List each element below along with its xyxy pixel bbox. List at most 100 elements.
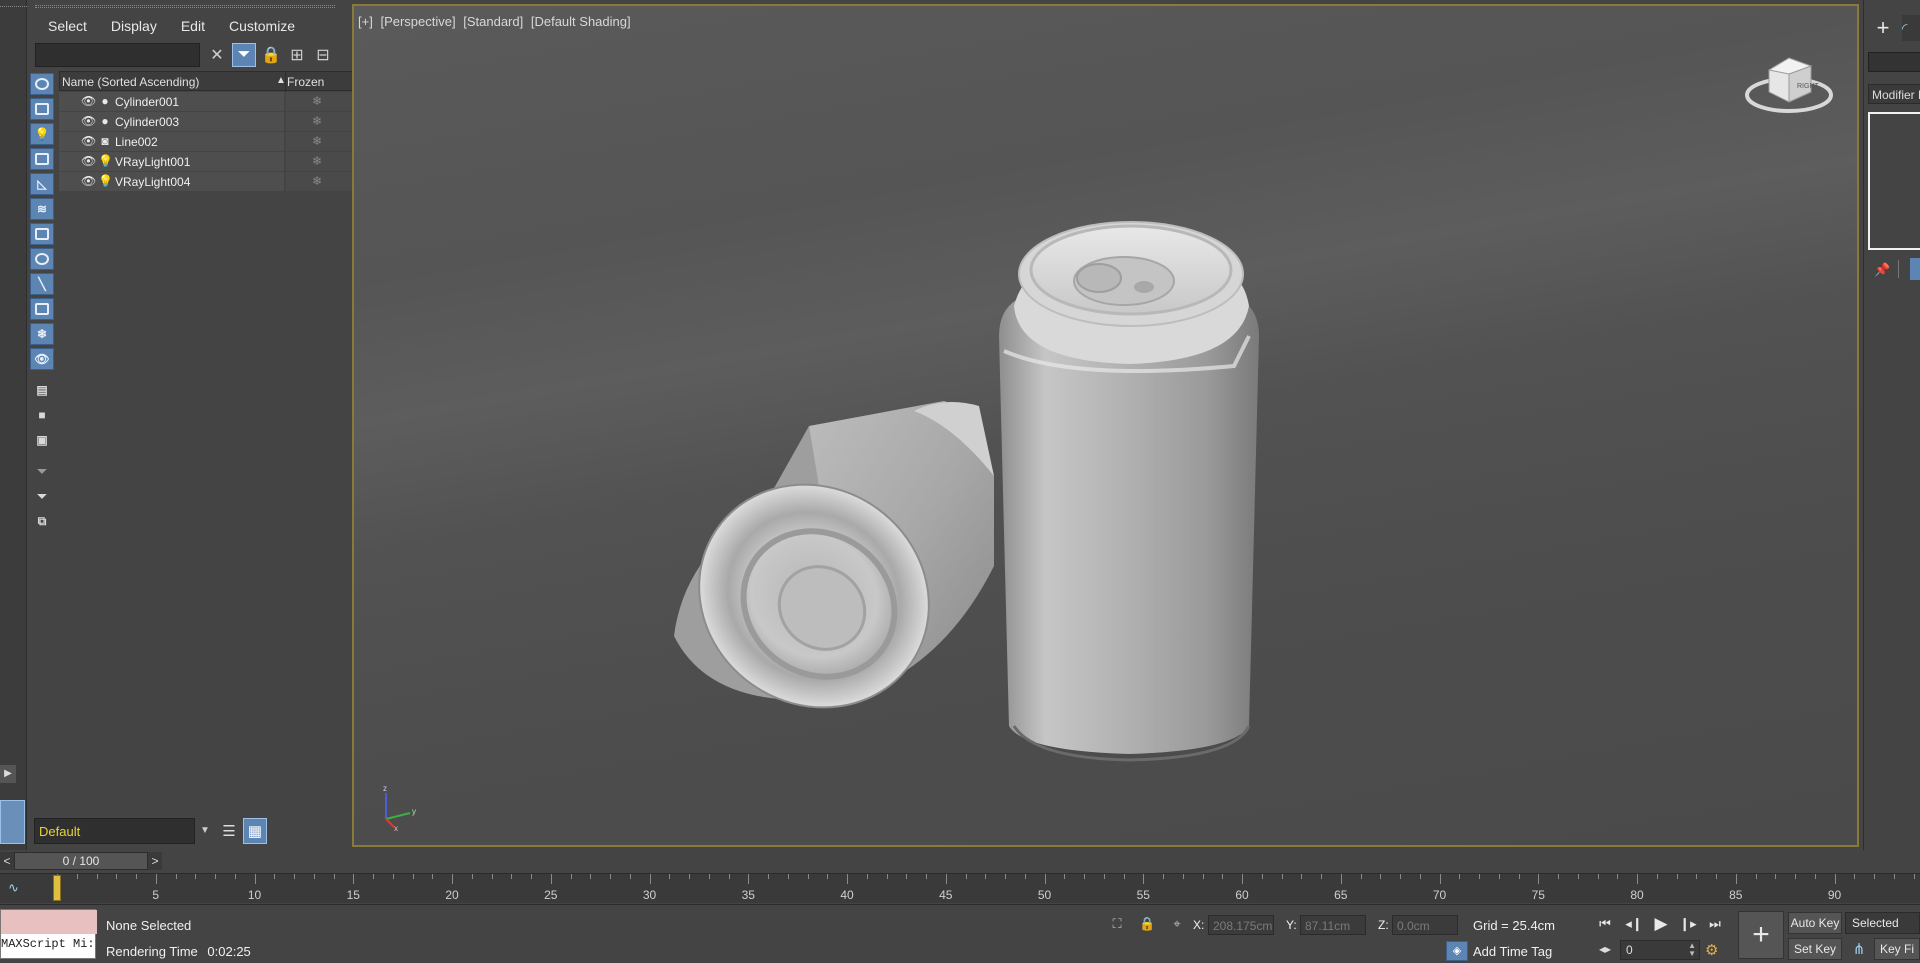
list-item[interactable]: 👁 💡 VRayLight004 ❄ (59, 172, 357, 191)
create-tab-plus-icon[interactable]: + (1870, 15, 1896, 41)
filter-containers-icon[interactable] (30, 298, 54, 320)
search-input[interactable] (35, 43, 200, 67)
invert-display-icon[interactable]: ▣ (30, 429, 54, 451)
key-filters-button[interactable]: Key Fi (1874, 938, 1920, 960)
chevron-down-icon[interactable]: ▼ (200, 825, 210, 836)
funnel-icon[interactable]: ⏷ (30, 485, 54, 507)
expand-arrow-icon[interactable]: ▶ (0, 765, 16, 783)
filter-geometry-icon[interactable] (30, 73, 54, 95)
goto-start-icon[interactable]: ⏮ (1592, 913, 1618, 935)
list-item[interactable]: 👁 ◙ Line002 ❄ (59, 132, 357, 151)
time-configuration-icon[interactable]: ⚙ (1705, 941, 1718, 959)
filter-frozen-icon[interactable]: ❄ (30, 323, 54, 345)
next-frame-button[interactable]: > (148, 852, 162, 870)
filter-helpers-icon[interactable]: ◺ (30, 173, 54, 195)
x-coordinate-field[interactable]: 208.175cm (1208, 915, 1274, 935)
object-name[interactable]: Cylinder001 (115, 95, 179, 109)
object-name-field[interactable] (1868, 52, 1920, 72)
z-coordinate-field[interactable]: 0.0cm (1392, 915, 1458, 935)
object-name[interactable]: VRayLight004 (115, 175, 190, 189)
hierarchy-icon[interactable]: ⊞ (285, 43, 309, 67)
current-frame-spinner[interactable]: 0 ▲ ▼ (1620, 940, 1700, 960)
time-tag-icon[interactable]: ◈ (1446, 941, 1468, 961)
show-end-result-icon[interactable] (1910, 258, 1920, 280)
column-name[interactable]: Name (Sorted Ascending) (62, 75, 262, 89)
standing-can[interactable] (999, 221, 1259, 762)
eye-icon[interactable]: 👁 (81, 94, 96, 108)
auto-key-button[interactable]: Auto Key (1788, 912, 1842, 934)
filter-xrefs-icon[interactable] (30, 248, 54, 270)
spinner-arrows-icon[interactable]: ▲ ▼ (1688, 942, 1696, 958)
filter-groups-icon[interactable] (30, 223, 54, 245)
current-layer-field[interactable]: Default (34, 818, 195, 844)
menu-select[interactable]: Select (29, 14, 97, 38)
frozen-icon[interactable]: ❄ (312, 154, 322, 168)
selection-lock-icon[interactable]: 🔒 (1139, 916, 1155, 932)
perspective-viewport[interactable]: [+] [Perspective] [Standard] [Default Sh… (352, 4, 1859, 847)
current-frame-marker[interactable] (53, 875, 61, 901)
lock-icon[interactable]: 🔒 (259, 43, 283, 67)
eye-icon[interactable]: 👁 (81, 114, 96, 128)
filter-toggle-icon[interactable]: ⏷ (232, 43, 256, 67)
list-item[interactable]: 👁 💡 VRayLight001 ❄ (59, 152, 357, 171)
prev-key-icon[interactable]: ◂❙ (1621, 913, 1647, 935)
modifier-stack[interactable] (1868, 112, 1920, 250)
curve-editor-icon[interactable]: ∿ (8, 880, 19, 896)
pin-stack-icon[interactable]: 📌 (1874, 262, 1890, 278)
maxscript-listener[interactable]: MAXScript Mi: (0, 909, 97, 959)
menu-customize[interactable]: Customize (215, 14, 305, 38)
filter-lights-icon[interactable]: 💡 (30, 123, 54, 145)
object-name[interactable]: Line002 (115, 135, 158, 149)
prev-frame-button[interactable]: < (0, 852, 14, 870)
layers-hierarchy-icon[interactable]: ⊟ (311, 43, 335, 67)
set-keys-big-button[interactable]: + (1738, 911, 1784, 959)
modify-tab-icon[interactable]: ◜ (1902, 15, 1920, 41)
layers-icon[interactable]: ☰ (217, 818, 241, 844)
frozen-icon[interactable]: ❄ (312, 114, 322, 128)
display-all-icon[interactable]: ▤ (30, 379, 54, 401)
explorer-grip[interactable] (35, 5, 335, 8)
key-filters-icon[interactable]: ⋔ (1848, 939, 1870, 961)
key-mode-icon[interactable]: ◂▸ (1599, 942, 1611, 956)
play-icon[interactable]: ▶ (1648, 913, 1674, 935)
menu-edit[interactable]: Edit (167, 14, 215, 38)
set-key-button[interactable]: Set Key (1788, 938, 1842, 960)
add-time-tag[interactable]: Add Time Tag (1473, 944, 1552, 959)
frozen-icon[interactable]: ❄ (312, 134, 322, 148)
column-separator[interactable] (285, 72, 286, 92)
menu-display[interactable]: Display (97, 14, 167, 38)
goto-end-icon[interactable]: ⏭ (1702, 913, 1728, 935)
eye-icon[interactable]: 👁 (81, 154, 96, 168)
list-item[interactable]: 👁 ● Cylinder001 ❄ (59, 92, 357, 111)
funnel-faded-icon[interactable]: ⏷ (30, 460, 54, 482)
selection-set-icon[interactable]: ⧉ (30, 510, 54, 532)
filter-bones-icon[interactable]: ╲ (30, 273, 54, 295)
frozen-icon[interactable]: ❄ (312, 94, 322, 108)
timeline[interactable]: ∿ 051015202530354045505560657075808590 (0, 873, 1920, 903)
lying-can[interactable] (655, 401, 994, 752)
clear-search-icon[interactable]: ✕ (205, 43, 229, 67)
display-none-icon[interactable]: ■ (30, 404, 54, 426)
eye-icon[interactable]: 👁 (81, 134, 96, 148)
modifier-list-dropdown[interactable]: Modifier List (1868, 84, 1920, 104)
eye-icon[interactable]: 👁 (81, 174, 96, 188)
key-set-selector[interactable]: Selected (1845, 912, 1920, 934)
object-name[interactable]: VRayLight001 (115, 155, 190, 169)
dock-tab[interactable] (0, 800, 25, 844)
y-coordinate-field[interactable]: 87.11cm (1300, 915, 1366, 935)
filter-cameras-icon[interactable] (30, 148, 54, 170)
column-frozen[interactable]: Frozen (287, 75, 324, 89)
list-item[interactable]: 👁 ● Cylinder003 ❄ (59, 112, 357, 131)
viewcube[interactable]: RIGHT (1739, 40, 1839, 120)
time-slider-handle[interactable]: 0 / 100 (14, 852, 148, 870)
absolute-mode-icon[interactable]: ⌖ (1169, 916, 1185, 932)
filter-shapes-icon[interactable] (30, 98, 54, 120)
timeline-track[interactable]: 051015202530354045505560657075808590 (50, 874, 1920, 904)
filter-spacewarps-icon[interactable]: ≋ (30, 198, 54, 220)
scene-explorer-mode-icon[interactable]: ▦ (243, 818, 267, 844)
filter-hidden-icon[interactable]: 👁 (30, 348, 54, 370)
next-key-icon[interactable]: ❙▸ (1675, 913, 1701, 935)
object-name[interactable]: Cylinder003 (115, 115, 179, 129)
dock-grip[interactable] (0, 6, 27, 9)
frozen-icon[interactable]: ❄ (312, 174, 322, 188)
